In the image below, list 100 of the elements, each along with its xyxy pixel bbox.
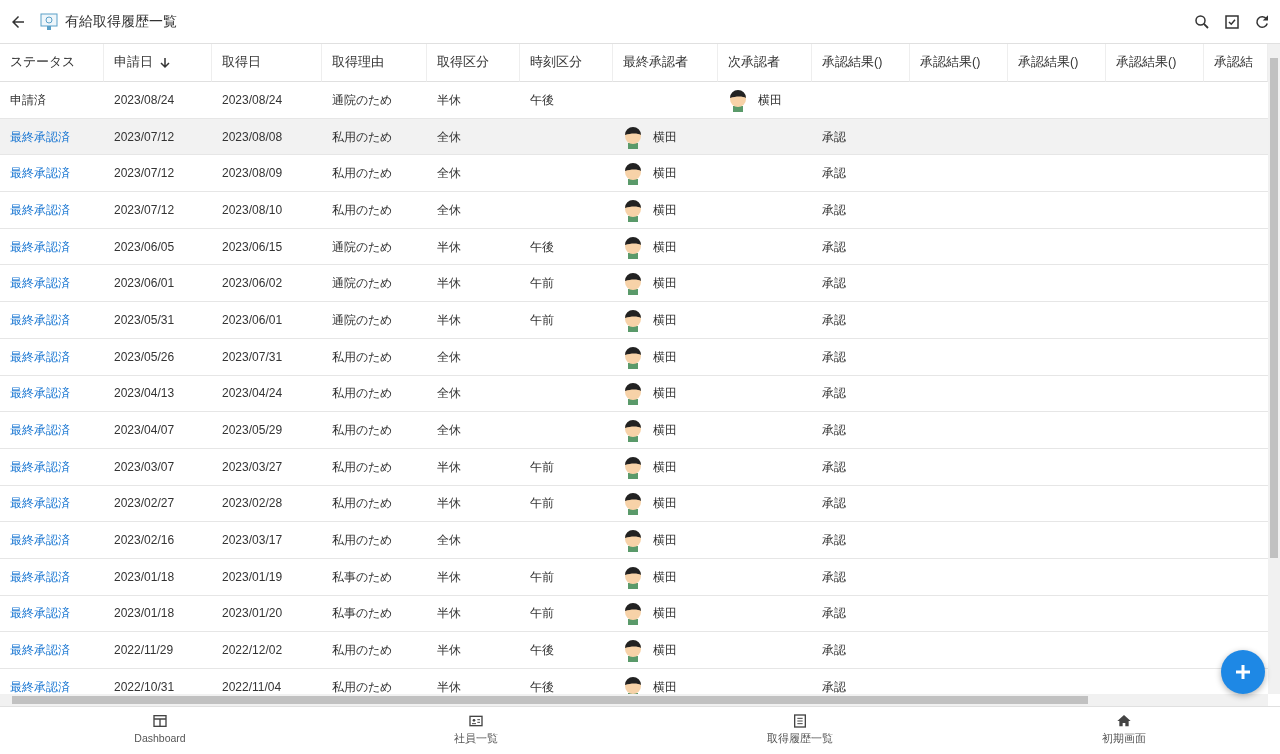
table-row[interactable]: 最終承認済 2023/01/18 2023/01/19 私事のため 半休 午前 横田 承認 [0, 558, 1268, 596]
status-text[interactable]: 最終承認済 [10, 164, 70, 183]
approver-name: 横田 [653, 422, 677, 440]
status-text[interactable]: 最終承認済 [10, 200, 70, 219]
table-cell-text: 2023/03/07 [114, 458, 175, 476]
status-text[interactable]: 最終承認済 [10, 604, 70, 623]
status-text[interactable]: 最終承認済 [10, 274, 70, 293]
table-cell-text: 通院のため [332, 91, 392, 109]
column-header[interactable]: 取得日 [212, 44, 322, 82]
search-button[interactable] [1193, 12, 1211, 31]
table-row[interactable]: 最終承認済 2023/07/12 2023/08/10 私用のため 全休 横田 承認 [0, 192, 1268, 229]
table-cell-text: 午前 [530, 458, 554, 476]
avatar-icon [623, 124, 643, 149]
table-row[interactable]: 申請済 2023/08/24 2023/08/24 通院のため 半休 午後 横田 [0, 82, 1268, 119]
nav-item[interactable]: 初期画面 [1093, 707, 1154, 754]
status-text[interactable]: 最終承認済 [10, 347, 70, 366]
column-header[interactable]: 承認結果() [1008, 44, 1106, 82]
vertical-scrollbar[interactable] [1268, 44, 1280, 694]
table-row[interactable]: 最終承認済 2023/05/31 2023/06/01 通院のため 半休 午前 横田 承認 [0, 302, 1268, 339]
monitor-icon [39, 11, 59, 32]
table-cell-text: 全休 [437, 348, 461, 366]
column-header[interactable]: ステータス [0, 44, 104, 82]
status-text[interactable]: 最終承認済 [10, 127, 70, 146]
table-cell-text: 2023/06/15 [222, 238, 283, 256]
avatar-icon [623, 601, 643, 626]
table-row[interactable]: 最終承認済 2023/06/05 2023/06/15 通院のため 半休 午後 横田 承認 [0, 228, 1268, 266]
table-row[interactable]: 最終承認済 2023/01/18 2023/01/20 私事のため 半休 午前 横田 承認 [0, 595, 1268, 633]
status-text[interactable]: 最終承認済 [10, 531, 70, 550]
horizontal-scrollbar[interactable] [0, 694, 1268, 706]
plus-icon [1235, 664, 1251, 680]
table-cell-text: 午前 [530, 311, 554, 329]
approver-name: 横田 [653, 348, 677, 366]
table-cell-text: 2023/02/27 [114, 495, 175, 513]
status-text[interactable]: 最終承認済 [10, 421, 70, 440]
column-header[interactable]: 取得理由 [322, 44, 427, 82]
column-header[interactable]: 承認結果() [812, 44, 910, 82]
table-cell-text: 承認 [822, 532, 846, 550]
table-row[interactable]: 最終承認済 2023/02/16 2023/03/17 私用のため 全休 横田 承認 [0, 522, 1268, 559]
table-cell-text: 2023/08/08 [222, 128, 283, 146]
table-cell-text: 私用のため [332, 678, 392, 694]
page-title: 有給取得履歴一覧 [65, 12, 177, 31]
avatar-icon [623, 307, 643, 332]
list-icon [792, 713, 808, 729]
table-row[interactable]: 最終承認済 2023/05/26 2023/07/31 私用のため 全休 横田 承認 [0, 338, 1268, 376]
table-cell-text: 2023/08/24 [222, 91, 283, 109]
status-text[interactable]: 最終承認済 [10, 310, 70, 329]
table-row[interactable]: 最終承認済 2023/03/07 2023/03/27 私用のため 半休 午前 横田 承認 [0, 448, 1268, 486]
table-cell-text: 2023/03/27 [222, 458, 283, 476]
table-cell-text: 午後 [530, 642, 554, 660]
table-cell-text: 2023/05/26 [114, 348, 175, 366]
table-row[interactable]: 最終承認済 2023/02/27 2023/02/28 私用のため 半休 午前 横田 承認 [0, 485, 1268, 523]
status-text[interactable]: 最終承認済 [10, 641, 70, 660]
table-cell-text: 承認 [822, 422, 846, 440]
table-cell-text: 2023/01/20 [222, 605, 283, 623]
table-cell-text: 承認 [822, 568, 846, 586]
table-cell-text: 2023/06/05 [114, 238, 175, 256]
table-cell-text: 承認 [822, 128, 846, 146]
table-cell-text: 午後 [530, 678, 554, 694]
table-row[interactable]: 最終承認済 2023/06/01 2023/06/02 通院のため 半休 午前 横田 承認 [0, 265, 1268, 303]
status-text[interactable]: 最終承認済 [10, 494, 70, 513]
nav-item[interactable]: 社員一覧 [446, 707, 507, 754]
table-cell-text: 半休 [437, 275, 461, 293]
table-row[interactable]: 最終承認済 2023/04/13 2023/04/24 私用のため 全休 横田 承認 [0, 375, 1268, 413]
column-header[interactable]: 取得区分 [427, 44, 520, 82]
table-row[interactable]: 最終承認済 2023/04/07 2023/05/29 私用のため 全休 横田 承認 [0, 412, 1268, 449]
table-cell-text: 承認 [822, 201, 846, 219]
table-cell-text: 全休 [437, 201, 461, 219]
status-text[interactable]: 最終承認済 [10, 677, 70, 694]
approver-name: 横田 [653, 532, 677, 550]
column-header[interactable]: 承認結果() [910, 44, 1008, 82]
table-cell-text: 半休 [437, 91, 461, 109]
table-cell-text: 承認 [822, 385, 846, 403]
nav-item[interactable]: 取得履歴一覧 [759, 707, 841, 754]
column-header[interactable]: 次承認者 [718, 44, 812, 82]
table-cell-text: 承認 [822, 165, 846, 183]
table-row[interactable]: 最終承認済 2023/07/12 2023/08/09 私用のため 全休 横田 承認 [0, 155, 1268, 193]
approver-name: 横田 [653, 568, 677, 586]
status-text[interactable]: 最終承認済 [10, 567, 70, 586]
avatar-icon [623, 344, 643, 369]
status-text[interactable]: 最終承認済 [10, 457, 70, 476]
table-cell-text: 半休 [437, 495, 461, 513]
status-text[interactable]: 最終承認済 [10, 384, 70, 403]
table-cell-text: 私用のため [332, 201, 392, 219]
column-header[interactable]: 申請日 [104, 44, 212, 82]
table-cell-text: 半休 [437, 458, 461, 476]
table-cell-text: 2023/04/07 [114, 422, 175, 440]
table-cell-text: 午前 [530, 568, 554, 586]
column-header[interactable]: 最終承認者 [613, 44, 718, 82]
column-header[interactable]: 時刻区分 [520, 44, 613, 82]
status-text[interactable]: 最終承認済 [10, 237, 70, 256]
checkbox-button[interactable] [1223, 12, 1241, 31]
column-header[interactable]: 承認結果() [1106, 44, 1204, 82]
table-cell-text: 私用のため [332, 128, 392, 146]
table-row[interactable]: 最終承認済 2023/07/12 2023/08/08 私用のため 全休 横田 承認 [0, 118, 1268, 156]
table-cell-text: 2023/08/09 [222, 165, 283, 183]
table-cell-text: 私用のため [332, 385, 392, 403]
table-cell-text: 2023/07/12 [114, 165, 175, 183]
add-button[interactable] [1221, 650, 1265, 694]
nav-item[interactable]: Dashboard [126, 707, 194, 754]
table-cell-text: 承認 [822, 642, 846, 660]
